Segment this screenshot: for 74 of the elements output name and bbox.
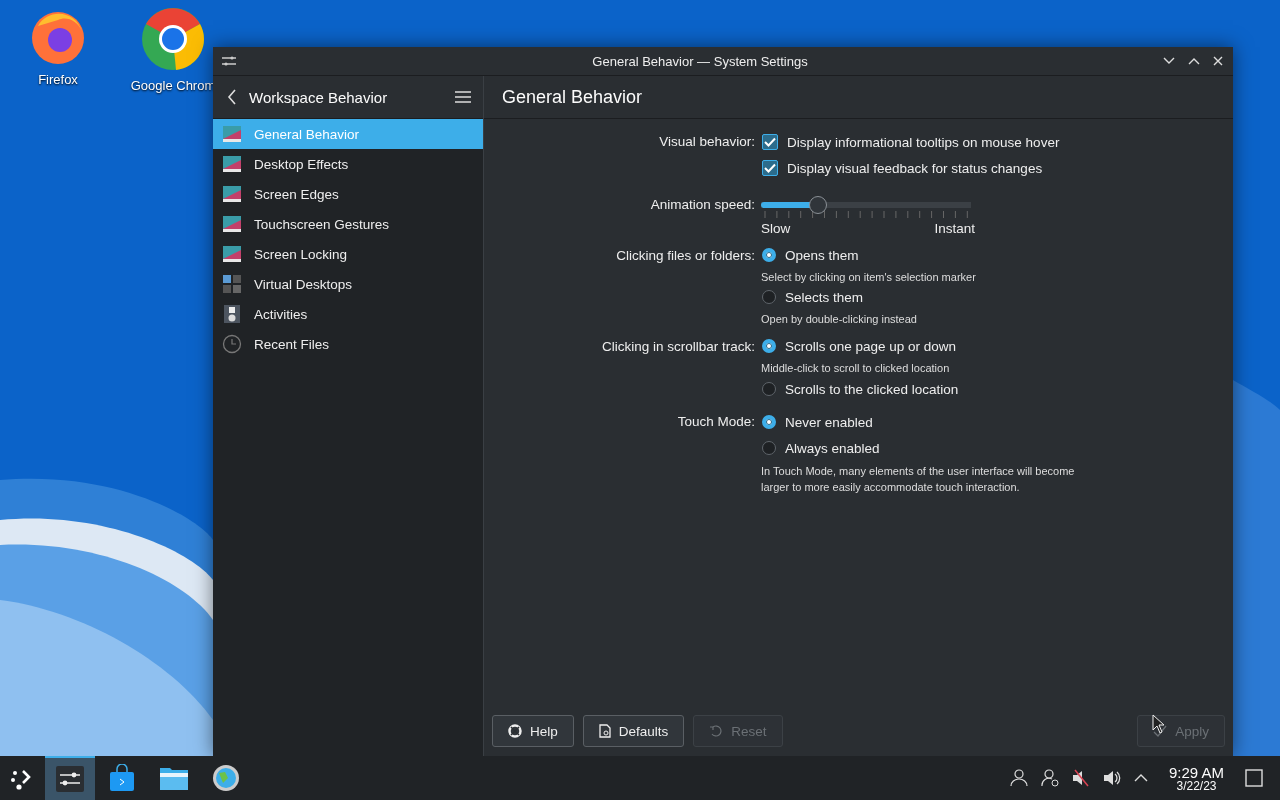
setting-label: Clicking files or folders: [615, 247, 755, 265]
checkbox[interactable] [762, 160, 778, 176]
option-hint: Middle-click to scroll to clicked location [761, 362, 950, 374]
radio-label[interactable]: Opens them [785, 247, 859, 263]
slider-max-label: Instant [934, 221, 975, 236]
monitor-icon [222, 184, 242, 204]
monitor-icon [222, 124, 242, 144]
option-hint: Open by double-clicking instead [761, 313, 917, 325]
desktop-icon-label[interactable]: Firefox [38, 72, 78, 87]
folder-icon [159, 765, 189, 791]
shopping-bag-icon [109, 764, 135, 792]
radio-button[interactable] [762, 290, 776, 304]
defaults-button[interactable]: Defaults [582, 715, 685, 747]
sidebar-item[interactable]: Virtual Desktops [213, 269, 483, 299]
back-icon[interactable] [227, 89, 237, 105]
sidebar-item[interactable]: Recent Files [213, 329, 483, 359]
window-title: General Behavior — System Settings [591, 53, 809, 69]
clock-date[interactable]: 3/22/23 [1176, 779, 1217, 792]
minimize-icon[interactable] [1163, 57, 1175, 65]
help-button[interactable]: Help [492, 715, 574, 747]
monitor-icon [222, 214, 242, 234]
setting-label: Visual behavior: [658, 133, 755, 151]
clock-icon [222, 334, 242, 354]
sidebar-title: Workspace Behavior [249, 88, 389, 106]
checkbox-label[interactable]: Display informational tooltips on mouse hover [787, 134, 1060, 150]
caret-up-icon[interactable] [1133, 774, 1148, 782]
menu-icon[interactable] [455, 91, 471, 103]
page-title: General Behavior [502, 86, 643, 108]
checkbox[interactable] [762, 134, 778, 150]
slider-min-label: Slow [761, 221, 791, 236]
slider-thumb[interactable] [808, 196, 827, 214]
user-switch-icon[interactable] [1040, 769, 1059, 787]
chrome-icon[interactable] [140, 6, 206, 72]
setting-label: Animation speed: [649, 196, 755, 214]
document-icon [598, 724, 611, 738]
radio-label[interactable]: Never enabled [785, 414, 873, 430]
grid-icon [222, 274, 242, 294]
checkmark-icon [1153, 724, 1168, 738]
option-note: In Touch Mode, many elements of the user interface will become larger to more easily accommodate touch interaction. [761, 464, 1076, 495]
radio-button[interactable] [762, 382, 776, 396]
monitor-icon [222, 154, 242, 174]
lifebuoy-icon [508, 724, 522, 738]
muted-speaker-icon[interactable] [1071, 769, 1090, 787]
radio-label[interactable]: Scrolls to the clicked location [785, 381, 959, 397]
sidebar-item[interactable]: Screen Locking [213, 239, 483, 269]
sidebar-item[interactable]: Screen Edges [213, 179, 483, 209]
option-hint: Select by clicking on item's selection marker [761, 271, 976, 283]
radio-button[interactable] [762, 339, 776, 353]
radio-button[interactable] [762, 441, 776, 455]
radio-label[interactable]: Selects them [785, 289, 864, 305]
radio-button[interactable] [762, 248, 776, 262]
setting-label: Clicking in scrollbar track: [600, 338, 755, 356]
sidebar-item[interactable]: Activities [213, 299, 483, 329]
close-icon[interactable] [1213, 56, 1223, 66]
sliders-icon [56, 766, 84, 792]
radio-label[interactable]: Scrolls one page up or down [785, 338, 957, 354]
sidebar-item[interactable]: Touchscreen Gestures [213, 209, 483, 239]
user-icon[interactable] [1009, 769, 1028, 787]
globe-gear-icon [212, 764, 240, 792]
taskbar-app[interactable] [45, 756, 95, 800]
radio-label[interactable]: Always enabled [785, 440, 880, 456]
sidebar-item[interactable]: Desktop Effects [213, 149, 483, 179]
monitor-icon [222, 244, 242, 264]
radio-button[interactable] [762, 415, 776, 429]
setting-label: Touch Mode: [676, 413, 755, 431]
checkbox-label[interactable]: Display visual feedback for status changes [787, 160, 1043, 176]
show-desktop-icon[interactable] [1245, 769, 1263, 787]
undo-icon [709, 724, 724, 738]
activities-icon [222, 304, 242, 324]
sliders-icon [221, 54, 237, 68]
maximize-icon[interactable] [1188, 57, 1200, 65]
cursor-icon [1152, 714, 1166, 734]
speaker-icon[interactable] [1102, 769, 1121, 787]
clock-time[interactable]: 9:29 AM [1168, 764, 1224, 780]
